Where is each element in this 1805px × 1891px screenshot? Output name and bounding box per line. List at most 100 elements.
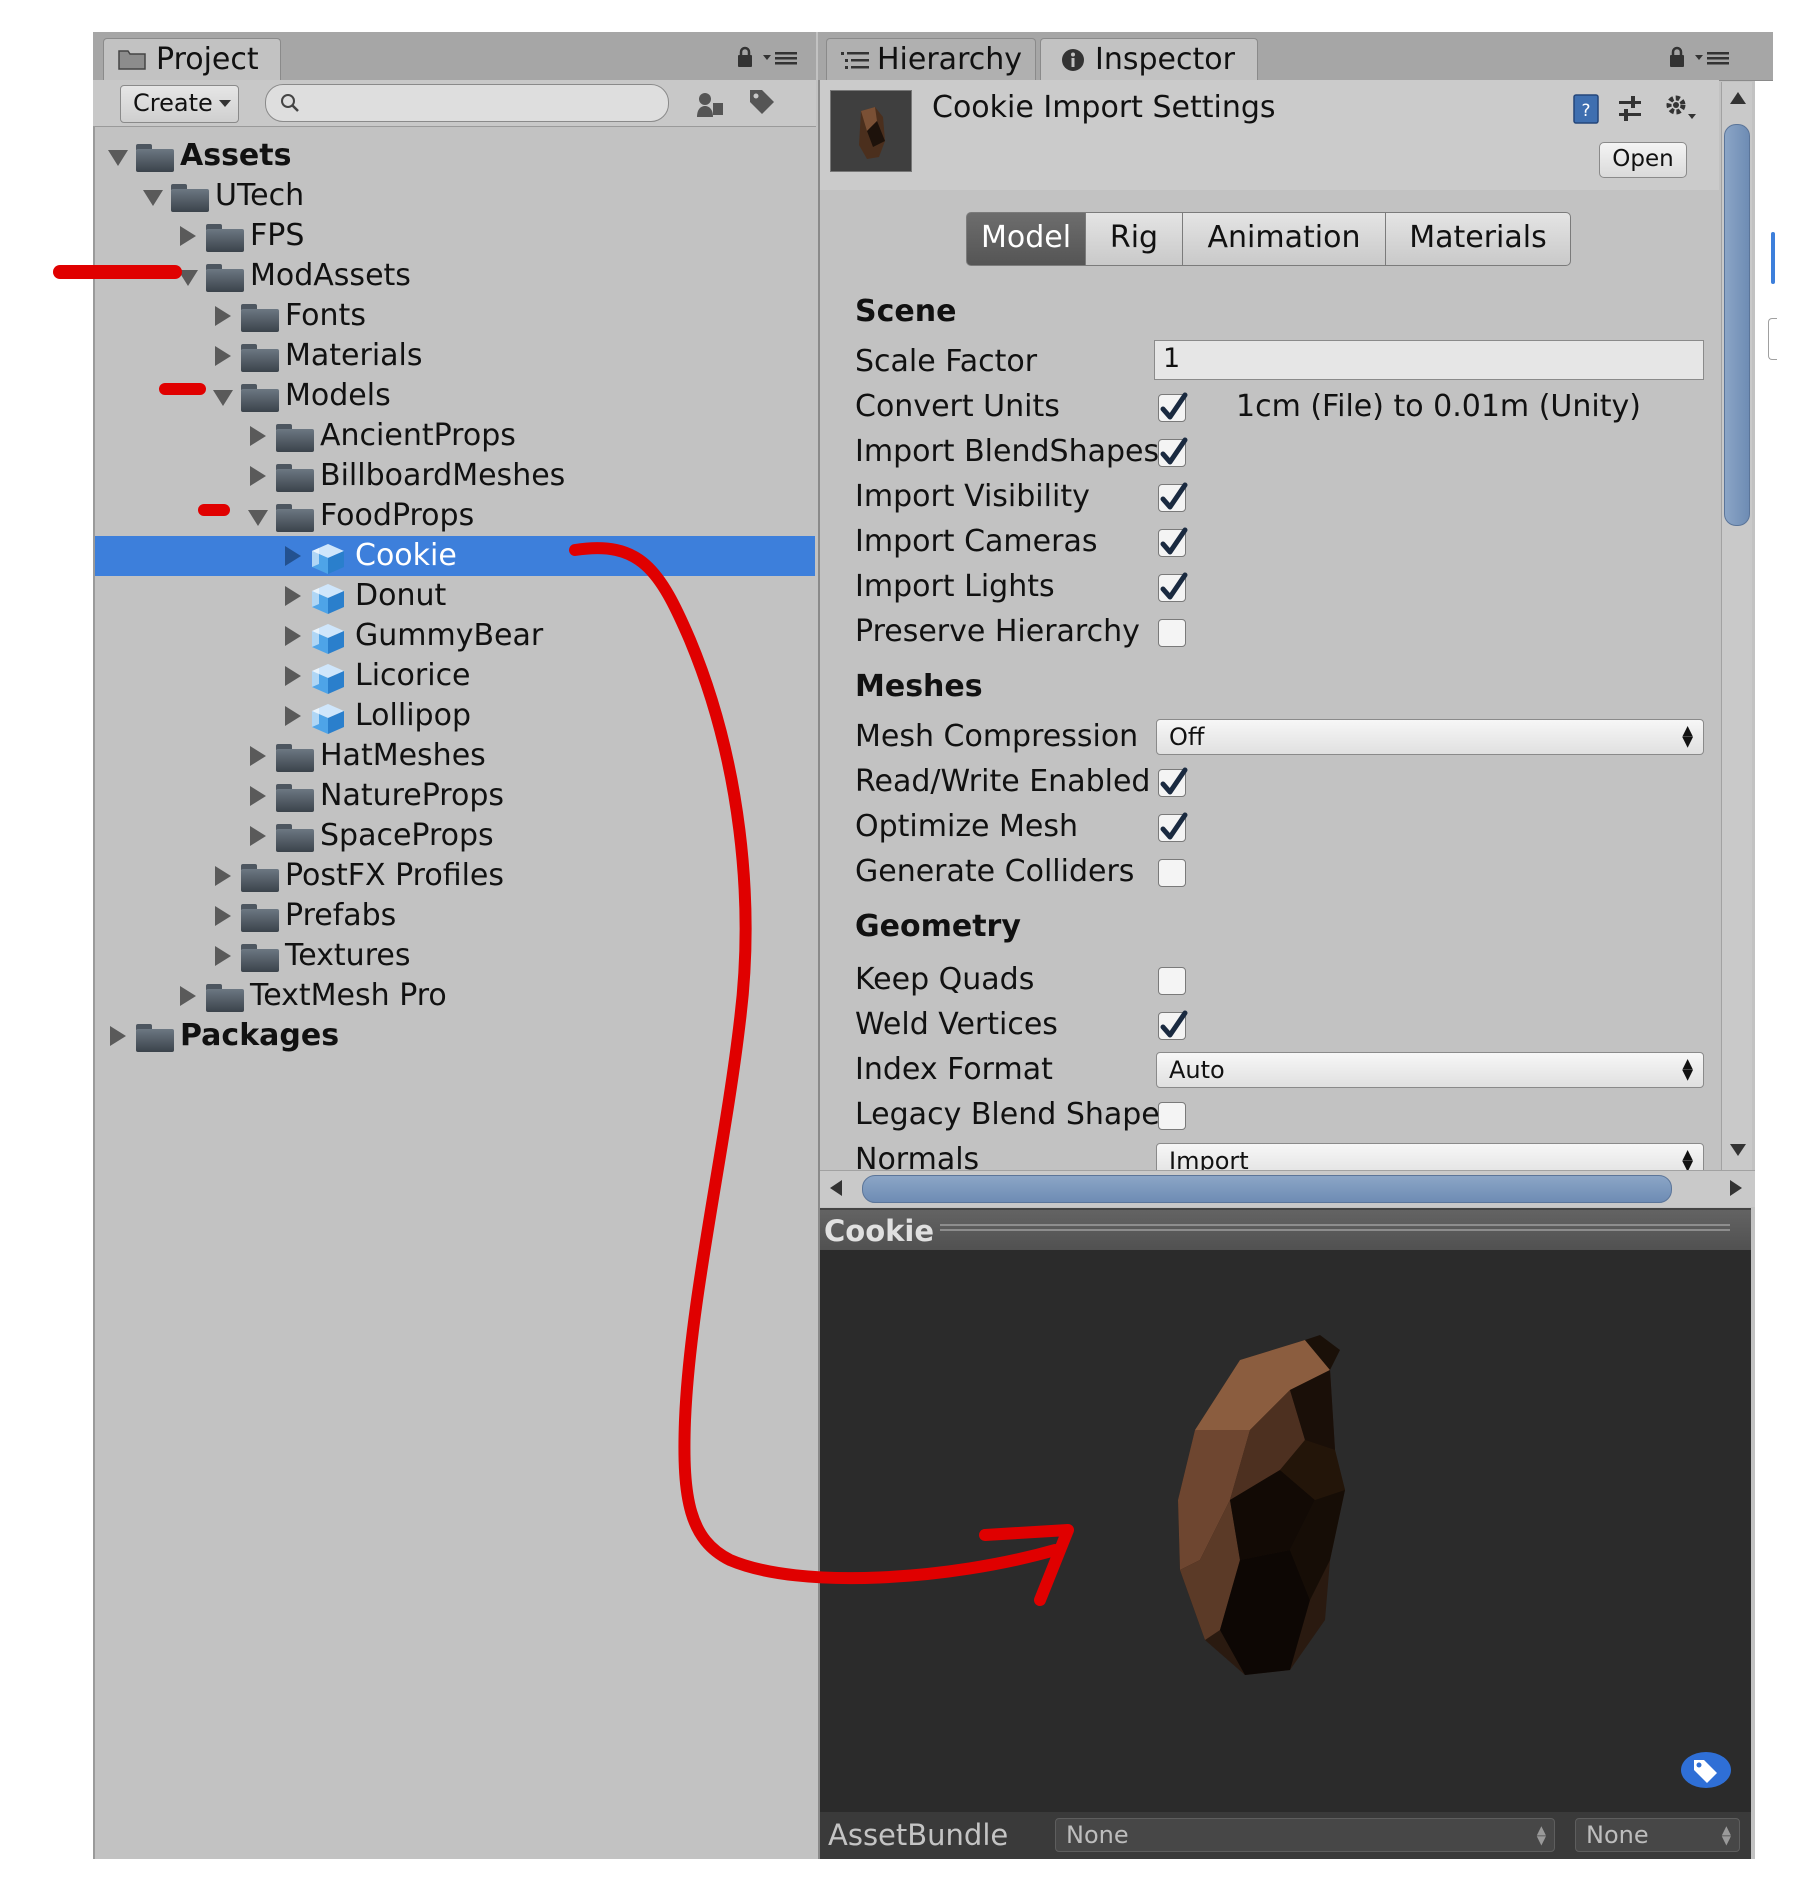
folder-icon <box>206 984 244 1012</box>
vertical-scroll-thumb[interactable] <box>1724 124 1750 526</box>
tab-model[interactable]: Model <box>966 212 1086 266</box>
tree-row[interactable]: Materials <box>95 336 815 376</box>
asset-thumbnail <box>830 90 912 172</box>
scroll-right-arrow-icon[interactable] <box>1730 1180 1742 1196</box>
preset-sliders-icon[interactable] <box>1617 95 1645 125</box>
tree-row[interactable]: NatureProps <box>95 776 815 816</box>
tree-row[interactable]: FPS <box>95 216 815 256</box>
collapse-arrow-icon[interactable] <box>215 906 231 926</box>
scroll-down-arrow-icon[interactable] <box>1730 1144 1746 1156</box>
tree-row[interactable]: ModAssets <box>95 256 815 296</box>
gear-icon[interactable] <box>1663 92 1697 124</box>
collapse-arrow-icon[interactable] <box>180 986 196 1006</box>
collapse-arrow-icon[interactable] <box>215 346 231 366</box>
asset-label-icon[interactable] <box>1680 1750 1732 1790</box>
normals-row-clip: Normals Import ▲ ▼ <box>820 1138 1719 1170</box>
panel-menu-icon[interactable] <box>1695 50 1731 66</box>
preview-drag-handle[interactable] <box>940 1224 1730 1231</box>
assetbundle-variant-dropdown[interactable]: None ▲ ▼ <box>1575 1818 1740 1852</box>
scroll-up-arrow-icon[interactable] <box>1730 92 1746 104</box>
tree-row[interactable]: Licorice <box>95 656 815 696</box>
tree-row[interactable]: Models <box>95 376 815 416</box>
help-book-icon[interactable]: ? <box>1571 94 1601 124</box>
collapse-arrow-icon[interactable] <box>285 626 301 646</box>
collapse-arrow-icon[interactable] <box>285 586 301 606</box>
tree-row[interactable]: Prefabs <box>95 896 815 936</box>
expand-arrow-icon[interactable] <box>143 190 163 206</box>
tree-row[interactable]: BillboardMeshes <box>95 456 815 496</box>
tab-inspector[interactable]: Inspector <box>1040 38 1258 82</box>
tree-row[interactable]: PostFX Profiles <box>95 856 815 896</box>
tab-animation[interactable]: Animation <box>1182 212 1386 266</box>
collapse-arrow-icon[interactable] <box>215 866 231 886</box>
read-write-checkbox[interactable] <box>1158 767 1188 797</box>
tab-materials[interactable]: Materials <box>1385 212 1571 266</box>
tree-row[interactable]: TextMesh Pro <box>95 976 815 1016</box>
collapse-arrow-icon[interactable] <box>250 786 266 806</box>
lock-icon[interactable] <box>736 46 754 68</box>
tab-rig[interactable]: Rig <box>1085 212 1183 266</box>
collapse-arrow-icon[interactable] <box>285 546 301 566</box>
keep-quads-checkbox[interactable] <box>1158 967 1186 995</box>
create-button[interactable]: Create <box>120 85 239 123</box>
import-lights-checkbox[interactable] <box>1158 572 1188 602</box>
expand-arrow-icon[interactable] <box>108 150 128 166</box>
collapse-arrow-icon[interactable] <box>215 306 231 326</box>
optimize-mesh-checkbox[interactable] <box>1158 812 1188 842</box>
expand-arrow-icon[interactable] <box>248 510 268 526</box>
tree-row[interactable]: SpaceProps <box>95 816 815 856</box>
panel-menu-icon[interactable] <box>763 50 799 66</box>
tree-row[interactable]: Assets <box>95 136 815 176</box>
convert-units-checkbox[interactable] <box>1158 392 1188 422</box>
collapse-arrow-icon[interactable] <box>250 826 266 846</box>
tree-row[interactable]: Lollipop <box>95 696 815 736</box>
import-blendshapes-checkbox[interactable] <box>1158 437 1188 467</box>
weld-vertices-checkbox[interactable] <box>1158 1010 1188 1040</box>
tree-row[interactable]: GummyBear <box>95 616 815 656</box>
normals-dropdown[interactable]: Import ▲ ▼ <box>1156 1143 1704 1170</box>
scale-factor-field[interactable]: 1 <box>1154 340 1704 380</box>
preview-header[interactable]: Cookie <box>820 1208 1751 1252</box>
import-visibility-checkbox[interactable] <box>1158 482 1188 512</box>
open-button[interactable]: Open <box>1599 142 1687 178</box>
tree-row[interactable]: Fonts <box>95 296 815 336</box>
legacy-blend-shape-checkbox[interactable] <box>1158 1102 1186 1130</box>
preserve-hierarchy-checkbox[interactable] <box>1158 619 1186 647</box>
mesh-compression-dropdown[interactable]: Off ▲ ▼ <box>1156 719 1704 755</box>
tree-row[interactable]: AncientProps <box>95 416 815 456</box>
tree-row[interactable]: Packages <box>95 1016 815 1056</box>
index-format-dropdown[interactable]: Auto ▲ ▼ <box>1156 1052 1704 1088</box>
tab-project[interactable]: Project <box>103 38 281 82</box>
search-input[interactable] <box>265 84 669 122</box>
tree-item-label: Cookie <box>355 538 457 573</box>
import-cameras-checkbox[interactable] <box>1158 527 1188 557</box>
normals-value: Import <box>1169 1147 1249 1170</box>
assetbundle-dropdown[interactable]: None ▲ ▼ <box>1055 1818 1555 1852</box>
checkmark-icon <box>1160 767 1188 795</box>
filter-by-type-icon[interactable] <box>695 89 727 119</box>
scroll-left-arrow-icon[interactable] <box>830 1180 842 1196</box>
collapse-arrow-icon[interactable] <box>250 466 266 486</box>
tree-row[interactable]: FoodProps <box>95 496 815 536</box>
expand-arrow-icon[interactable] <box>178 270 198 286</box>
tree-row[interactable]: HatMeshes <box>95 736 815 776</box>
collapse-arrow-icon[interactable] <box>180 226 196 246</box>
tree-row[interactable]: UTech <box>95 176 815 216</box>
tab-hierarchy[interactable]: Hierarchy <box>826 38 1036 82</box>
tree-row[interactable]: Donut <box>95 576 815 616</box>
tree-item-label: Licorice <box>355 658 471 693</box>
model-preview-viewport[interactable] <box>820 1250 1751 1812</box>
collapse-arrow-icon[interactable] <box>250 746 266 766</box>
tree-row[interactable]: Cookie <box>95 536 815 576</box>
collapse-arrow-icon[interactable] <box>250 426 266 446</box>
horizontal-scroll-thumb[interactable] <box>862 1175 1672 1203</box>
collapse-arrow-icon[interactable] <box>285 666 301 686</box>
collapse-arrow-icon[interactable] <box>285 706 301 726</box>
generate-colliders-checkbox[interactable] <box>1158 859 1186 887</box>
lock-icon[interactable] <box>1668 46 1686 68</box>
filter-by-label-icon[interactable] <box>747 87 777 117</box>
collapse-arrow-icon[interactable] <box>215 946 231 966</box>
expand-arrow-icon[interactable] <box>213 390 233 406</box>
collapse-arrow-icon[interactable] <box>110 1026 126 1046</box>
tree-row[interactable]: Textures <box>95 936 815 976</box>
